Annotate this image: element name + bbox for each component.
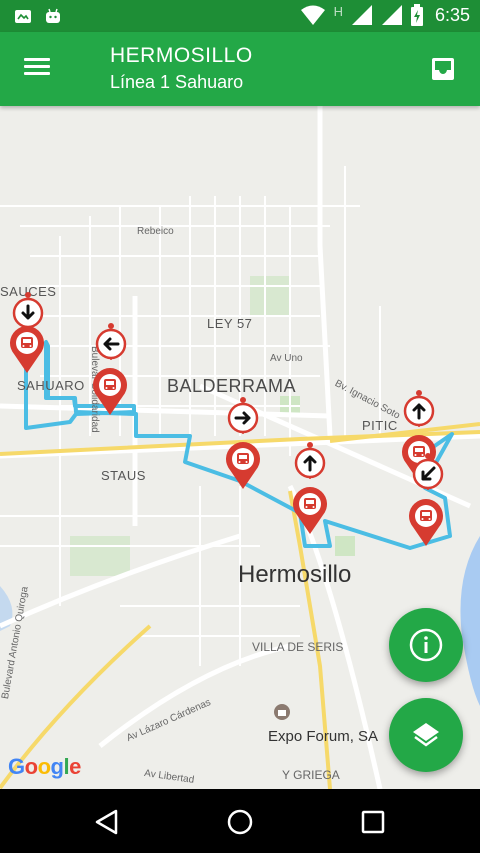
map-label-villa-de-seris: VILLA DE SERIS [252, 640, 344, 654]
hamburger-menu-icon[interactable] [20, 54, 54, 84]
map-label-expo-forum: Expo Forum, SA [268, 728, 379, 745]
map-label-ley57: LEY 57 [207, 316, 253, 331]
direction-up-icon [403, 390, 435, 427]
layers-button[interactable] [389, 698, 463, 772]
signal-icon [351, 5, 372, 25]
inbox-icon[interactable] [430, 56, 456, 82]
signal-icon [381, 5, 402, 25]
map-label-sahuaro: SAHUARO [17, 378, 85, 393]
bus-stop-pin-icon [9, 326, 44, 373]
direction-down-left-icon [412, 453, 444, 490]
bus-stop-pin-icon [293, 487, 327, 534]
bus-stop-pin-icon [226, 442, 260, 489]
home-icon[interactable] [225, 807, 255, 837]
navigation-bar [0, 789, 480, 853]
map-label-av-uno: Av Uno [270, 353, 303, 364]
back-icon[interactable] [92, 807, 122, 837]
bus-stop-pin-icon [93, 368, 127, 415]
google-logo: Google [8, 754, 81, 779]
title-block: HERMOSILLO Línea 1 Sahuaro [110, 44, 253, 93]
status-time: 6:35 [434, 4, 470, 25]
network-type-label: H [333, 3, 343, 19]
map-view[interactable]: SAUCES SAHUARO Rebeico LEY 57 Av Uno Bul… [0, 106, 480, 789]
direction-left-icon [95, 323, 127, 360]
map-label-staus: STAUS [101, 468, 146, 483]
info-button[interactable] [389, 608, 463, 682]
android-notification-icon [46, 8, 60, 23]
direction-down-icon [12, 292, 44, 329]
expo-forum-poi-icon[interactable] [273, 703, 291, 721]
info-icon [409, 628, 443, 662]
layers-icon [413, 723, 439, 747]
map-label-balderrama: BALDERRAMA [167, 376, 297, 396]
map-label-y-griega: Y GRIEGA [282, 768, 340, 782]
map-label-hermosillo: Hermosillo [238, 561, 352, 588]
city-title: HERMOSILLO [110, 44, 253, 67]
status-bar: H 6:35 [0, 0, 480, 32]
map-label-pitic: PITIC [362, 418, 398, 433]
map-label-rebeico: Rebeico [137, 226, 174, 237]
photo-notification-icon [15, 10, 31, 23]
wifi-icon [300, 5, 325, 25]
route-title: Línea 1 Sahuaro [110, 72, 244, 92]
app-bar: HERMOSILLO Línea 1 Sahuaro [0, 32, 480, 106]
battery-charging-icon [410, 4, 423, 26]
direction-up-icon [294, 442, 326, 479]
direction-right-icon [227, 397, 259, 434]
recents-icon[interactable] [358, 807, 388, 837]
bus-stop-pin-icon [409, 499, 443, 546]
